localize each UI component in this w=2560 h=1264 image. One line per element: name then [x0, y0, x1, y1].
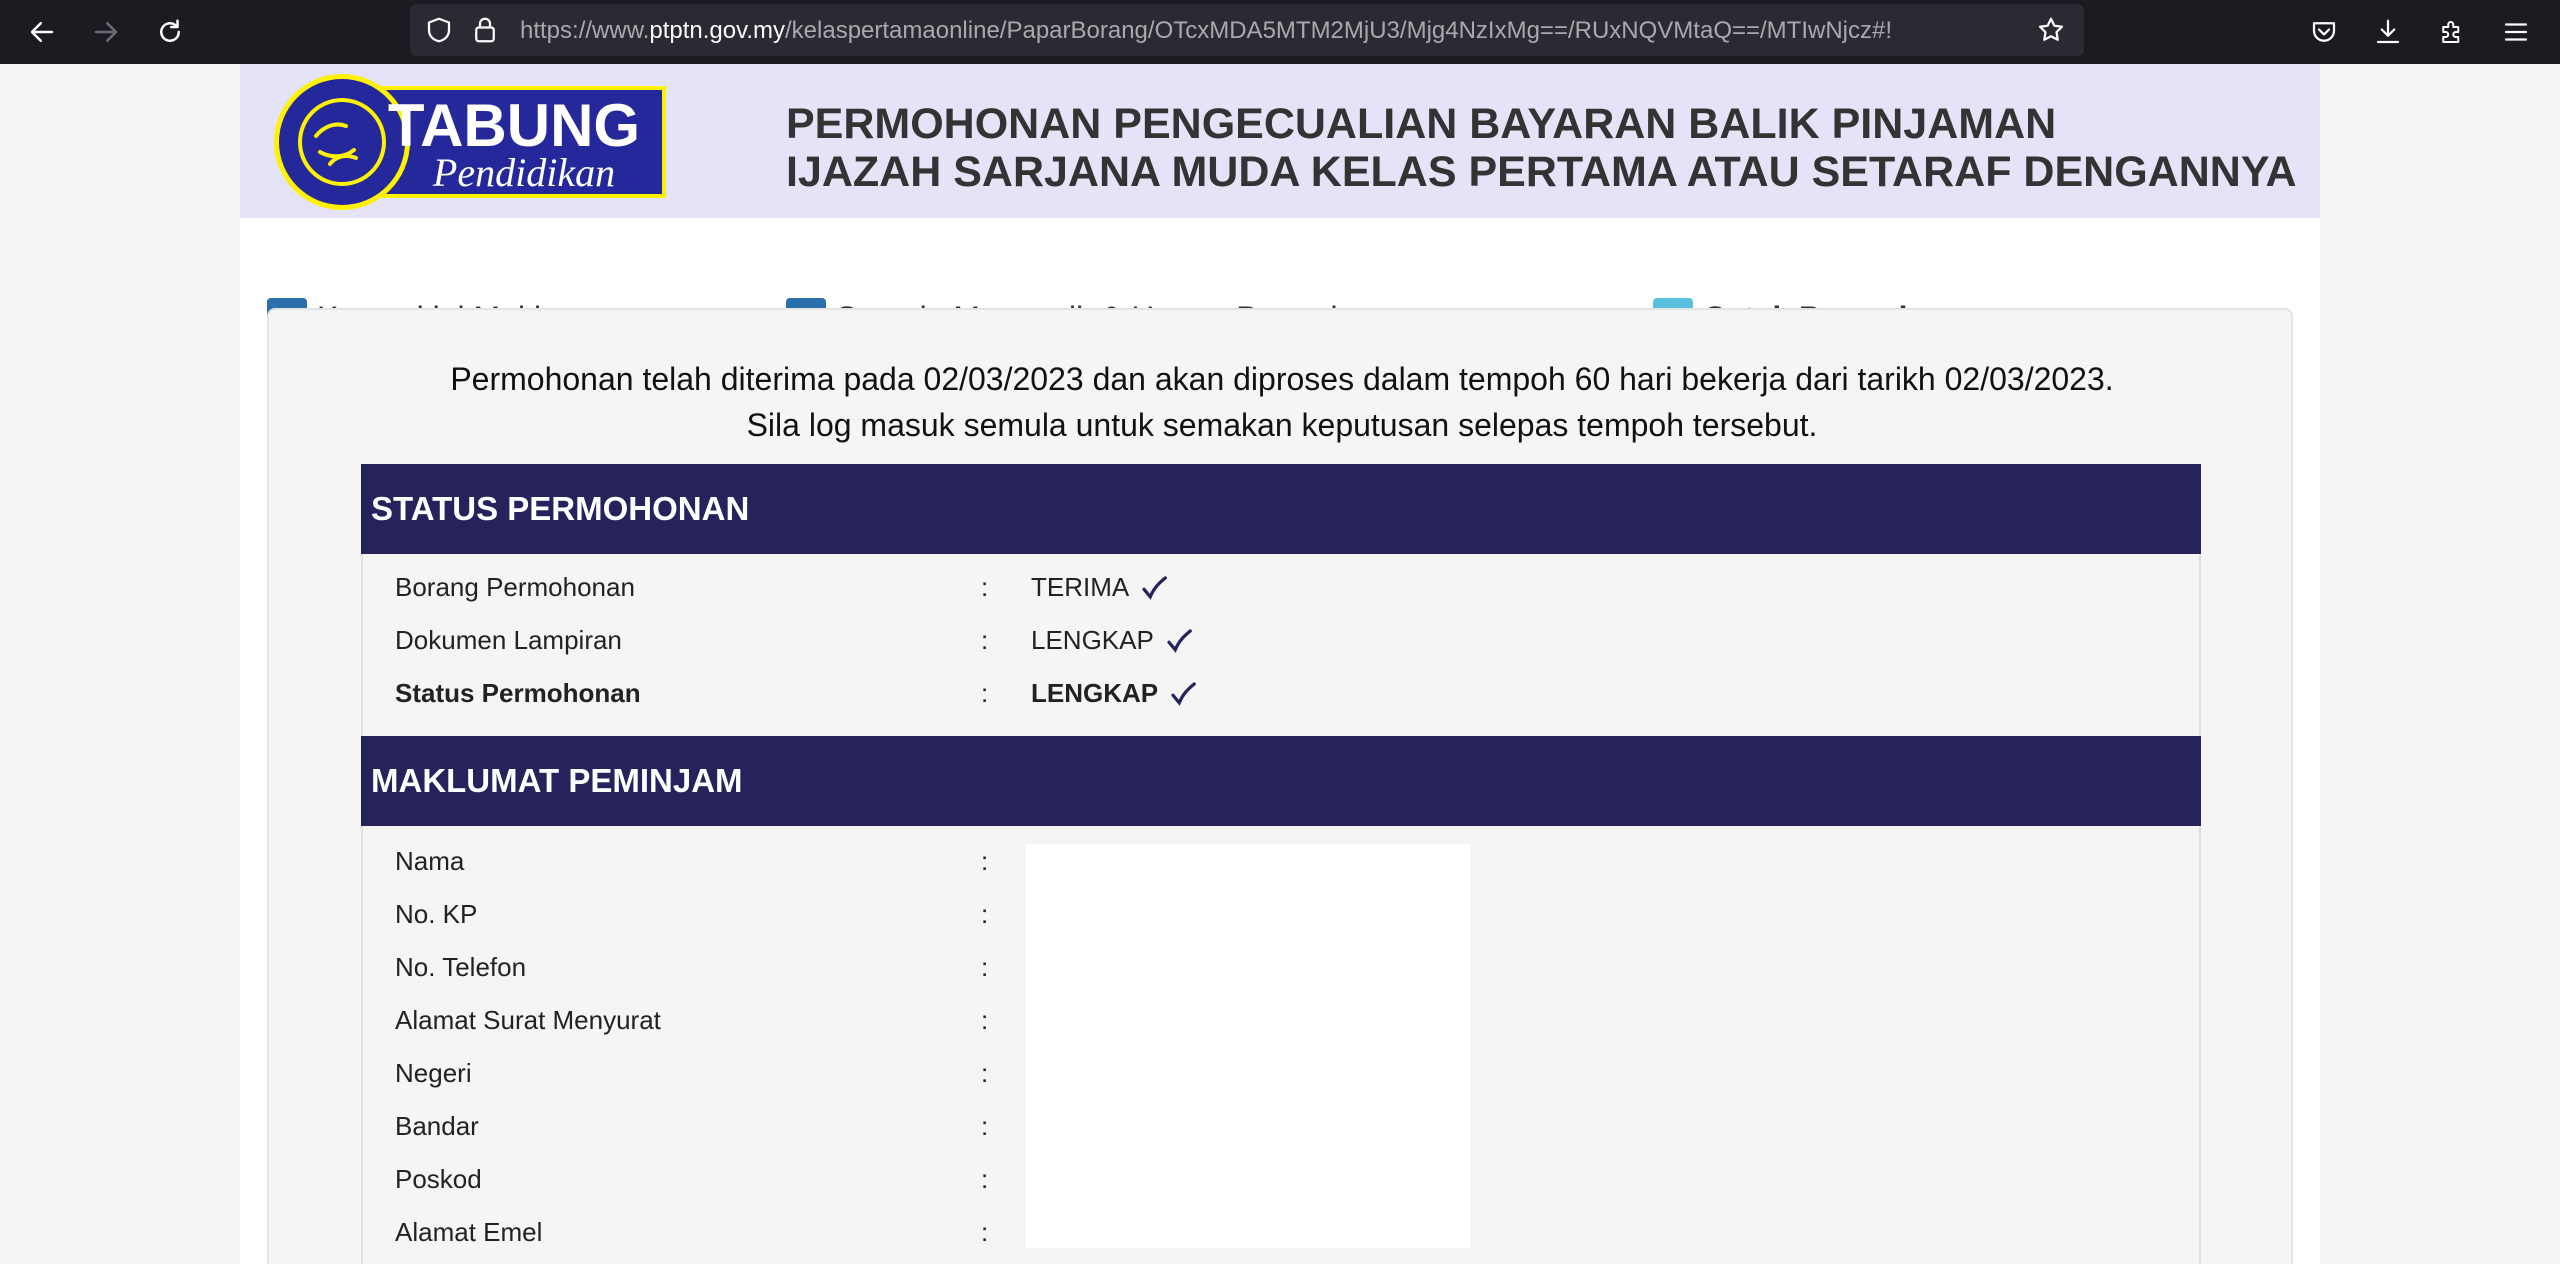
forward-icon[interactable] — [82, 8, 130, 56]
logo-line1: TABUNG — [388, 92, 640, 159]
check-icon — [1142, 575, 1168, 600]
row-value: LENGKAP — [1031, 678, 1198, 709]
row-separator: : — [981, 899, 989, 929]
reload-icon[interactable] — [146, 8, 194, 56]
lock-icon[interactable] — [470, 15, 500, 45]
table-row: Bandar : — [363, 1099, 2199, 1152]
table-row: No. KP : — [363, 887, 2199, 940]
section-header: STATUS PERMOHONAN — [361, 464, 2201, 554]
row-separator: : — [981, 572, 989, 602]
row-label: Dokumen Lampiran — [395, 625, 622, 655]
step-indicator: 1 Kemaskini Maklumat 2 Semak, Muat naik … — [240, 218, 2320, 338]
status-section: STATUS PERMOHONAN Borang Permohonan : TE… — [361, 464, 2201, 736]
table-row: Dokumen Lampiran : LENGKAP — [363, 613, 2199, 666]
address-bar[interactable]: https://www.ptptn.gov.my/kelaspertamaonl… — [410, 4, 2084, 56]
logo-line2: Pendidikan — [432, 150, 615, 195]
content-panel: Permohonan telah diterima pada 02/03/202… — [267, 308, 2293, 1264]
menu-icon[interactable] — [2492, 8, 2540, 56]
row-separator: : — [981, 952, 989, 982]
section-body: Borang Permohonan : TERIMA Dokumen Lampi… — [361, 554, 2201, 736]
value-text: LENGKAP — [1031, 678, 1159, 708]
submission-notice: Permohonan telah diterima pada 02/03/202… — [269, 356, 2295, 448]
section-header: MAKLUMAT PEMINJAM — [361, 736, 2201, 826]
row-label: Bandar — [395, 1111, 479, 1141]
title-line2: IJAZAH SARJANA MUDA KELAS PERTAMA ATAU S… — [786, 148, 2297, 196]
row-label: Poskod — [395, 1164, 482, 1194]
table-row: Status Permohonan : LENGKAP — [363, 666, 2199, 719]
row-separator: : — [981, 625, 989, 655]
shield-icon[interactable] — [424, 15, 454, 45]
ptptn-logo: TABUNG Pendidikan — [274, 74, 666, 210]
row-label: Status Permohonan — [395, 678, 641, 708]
pocket-icon[interactable] — [2300, 8, 2348, 56]
section-body: Nama : No. KP : No. Telefon : Alamat Sur… — [361, 826, 2201, 1264]
row-label: Alamat Emel — [395, 1217, 543, 1247]
page-content: TABUNG Pendidikan PERMOHONAN PENGECUALIA… — [240, 64, 2320, 1264]
back-icon[interactable] — [18, 8, 66, 56]
title-line1: PERMOHONAN PENGECUALIAN BAYARAN BALIK PI… — [786, 100, 2057, 148]
row-label: No. KP — [395, 899, 478, 929]
notice-line1: Permohonan telah diterima pada 02/03/202… — [450, 361, 2114, 397]
table-row: No. Telefon : — [363, 940, 2199, 993]
row-separator: : — [981, 1217, 989, 1247]
row-label: Nama — [395, 846, 465, 876]
row-label: No. Telefon — [395, 952, 527, 982]
table-row: Alamat Emel : — [363, 1205, 2199, 1258]
url-text[interactable]: https://www.ptptn.gov.my/kelaspertamaonl… — [520, 17, 1892, 45]
url-domain: ptptn.gov.my — [649, 17, 785, 44]
table-row: Negeri : — [363, 1046, 2199, 1099]
row-separator: : — [981, 678, 989, 708]
table-row: Alamat Surat Menyurat : — [363, 993, 2199, 1046]
star-icon[interactable] — [2036, 15, 2066, 45]
row-label: Alamat Surat Menyurat — [395, 1005, 661, 1035]
table-row: Poskod : — [363, 1152, 2199, 1205]
row-separator: : — [981, 1111, 989, 1141]
value-text: TERIMA — [1031, 572, 1130, 602]
url-prefix: https://www. — [520, 17, 650, 44]
url-path: /kelaspertamaonline/PaparBorang/OTcxMDA5… — [785, 17, 1893, 44]
check-icon — [1171, 681, 1196, 706]
row-separator: : — [981, 1164, 989, 1194]
check-icon — [1167, 628, 1192, 653]
browser-toolbar: https://www.ptptn.gov.my/kelaspertamaonl… — [0, 0, 2560, 64]
row-value: LENGKAP — [1031, 625, 1194, 656]
row-separator: : — [981, 1005, 989, 1035]
page-title: PERMOHONAN PENGECUALIAN BAYARAN BALIK PI… — [786, 100, 2297, 196]
row-separator: : — [981, 1058, 989, 1088]
value-text: LENGKAP — [1031, 625, 1154, 655]
row-label: Negeri — [395, 1058, 472, 1088]
row-label: Borang Permohonan — [395, 572, 635, 602]
download-icon[interactable] — [2364, 8, 2412, 56]
notice-line2: Sila log masuk semula untuk semakan kepu… — [746, 407, 1818, 443]
extensions-icon[interactable] — [2428, 8, 2476, 56]
borrower-section: MAKLUMAT PEMINJAM Nama : No. KP : No. Te… — [361, 736, 2201, 1264]
table-row: Borang Permohonan : TERIMA — [363, 560, 2199, 613]
row-value: TERIMA — [1031, 572, 1169, 603]
row-separator: : — [981, 846, 989, 876]
table-row: Nama : — [363, 834, 2199, 887]
header-banner: TABUNG Pendidikan PERMOHONAN PENGECUALIA… — [240, 64, 2320, 218]
